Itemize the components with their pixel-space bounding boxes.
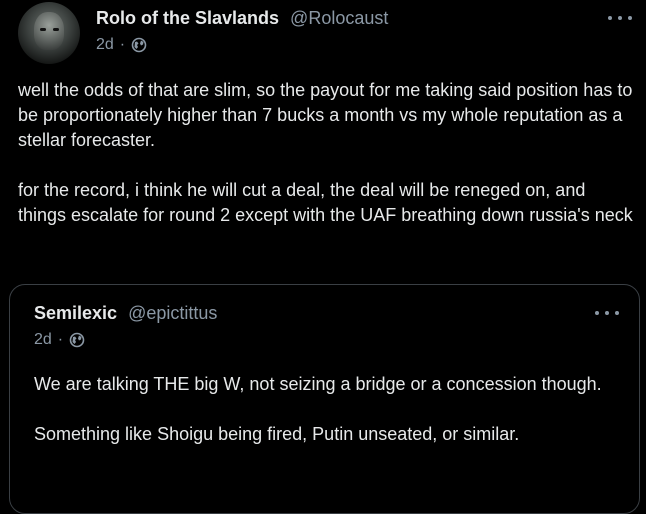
quoted-tweet[interactable]: Semilexic @epictittus 2d · We are talkin…	[9, 284, 640, 514]
dot	[618, 16, 622, 20]
dot	[605, 311, 609, 315]
meta-separator: ·	[119, 36, 126, 53]
tweet-meta: 2d ·	[96, 36, 147, 54]
display-name[interactable]: Rolo of the Slavlands	[96, 8, 279, 28]
avatar-eye-left	[40, 28, 46, 31]
quoted-meta: 2d ·	[34, 331, 85, 349]
avatar-eye-right	[53, 28, 59, 31]
avatar[interactable]	[18, 2, 80, 64]
globe-icon	[131, 37, 147, 53]
quoted-tweet-text: We are talking THE big W, not seizing a …	[34, 374, 602, 444]
dot	[608, 16, 612, 20]
quoted-timestamp[interactable]: 2d	[34, 331, 52, 349]
dot	[595, 311, 599, 315]
quoted-more-options-button[interactable]	[595, 308, 619, 318]
tweet-header: Rolo of the Slavlands @Rolocaust	[96, 6, 388, 30]
timestamp[interactable]: 2d	[96, 36, 114, 54]
quoted-display-name[interactable]: Semilexic	[34, 303, 117, 323]
quoted-meta-separator: ·	[57, 331, 64, 348]
user-handle[interactable]: @Rolocaust	[290, 8, 388, 28]
tweet-text: well the odds of that are slim, so the p…	[18, 80, 633, 225]
globe-icon	[69, 332, 85, 348]
avatar-face	[34, 12, 64, 50]
more-options-button[interactable]	[608, 13, 632, 23]
quoted-header: Semilexic @epictittus	[34, 301, 217, 325]
quoted-user-handle[interactable]: @epictittus	[128, 303, 217, 323]
dot	[628, 16, 632, 20]
dot	[615, 311, 619, 315]
